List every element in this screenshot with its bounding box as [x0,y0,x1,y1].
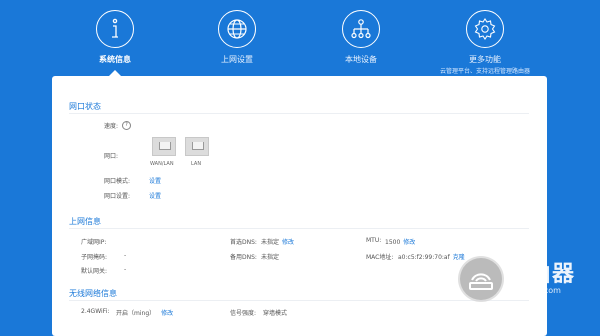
network-icon [342,10,380,48]
wan-ip-label: 广域网IP: [81,239,107,246]
primary-dns-label: 首选DNS: [230,239,257,246]
mac-address-value: a0:c5:f2:99:70:af [398,254,450,261]
divider [69,228,529,229]
gear-icon [466,10,504,48]
nav-label: 系统信息 [99,55,131,64]
nav-label: 上网设置 [221,55,253,64]
section-title-internet-info: 上网信息 [69,217,101,226]
secondary-dns-label: 备用DNS: [230,254,257,261]
watermark-subtext: luyouqi.com [512,286,561,295]
nav-label: 本地设备 [345,55,377,64]
wan-lan-port-icon [152,137,176,156]
watermark-text: 路由器 [506,262,576,287]
nav-local-devices[interactable]: 本地设备 [316,10,406,65]
secondary-dns-value: 未指定 [261,254,280,261]
rate-label: 速度: [104,123,119,130]
mtu-value: 1500 [385,239,401,246]
default-gateway-label: 默认网关: [81,268,108,275]
mtu-label: MTU: [366,237,382,244]
primary-dns-value: 未指定 [261,239,280,246]
nav-label: 更多功能 [469,55,501,64]
wifi-24g-label: 2.4GWiFi: [81,308,110,315]
section-title-wireless-info: 无线网络信息 [69,289,117,298]
signal-strength-label: 信号强度: [230,310,257,317]
router-logo-icon [458,256,504,302]
info-icon [96,10,134,48]
signal-strength-value: 穿墙模式 [263,310,288,317]
default-gateway-value: - [124,266,127,273]
wifi-edit-link[interactable]: 修改 [161,310,173,317]
mtu-edit-link[interactable]: 修改 [403,239,415,246]
port-config-label: 网口设置: [104,193,131,200]
lan-port-icon [185,137,209,156]
subnet-mask-label: 子网掩码: [81,254,108,261]
nav-system-info[interactable]: 系统信息 [70,10,160,65]
port-name: WAN/LAN [150,161,174,167]
port-label: 网口: [104,153,119,160]
nav-internet-settings[interactable]: 上网设置 [192,10,282,65]
nav-more-features[interactable]: 更多功能 云管理平台、支持远程管理路由器 [440,10,530,75]
section-title-port-status: 网口状态 [69,102,101,111]
globe-icon [218,10,256,48]
nav-sub-label: 云管理平台、支持远程管理路由器 [440,68,531,75]
port-mode-label: 网口模式: [104,178,131,185]
port-name: LAN [191,161,202,167]
wifi-24g-value: 开启（ming） [116,310,156,317]
port-mode-settings-link[interactable]: 设置 [149,178,161,185]
mac-address-label: MAC地址: [366,254,394,261]
help-icon[interactable]: ? [122,121,131,130]
primary-dns-edit-link[interactable]: 修改 [282,239,294,246]
top-navigation: 系统信息 上网设置 本地设备 更多功能 云管理平台、支持远程管理路由器 [0,0,600,80]
watermark-logo: 路由器 luyouqi.com [458,254,600,319]
divider [69,113,529,114]
subnet-mask-value: - [124,252,127,259]
port-config-settings-link[interactable]: 设置 [149,193,161,200]
